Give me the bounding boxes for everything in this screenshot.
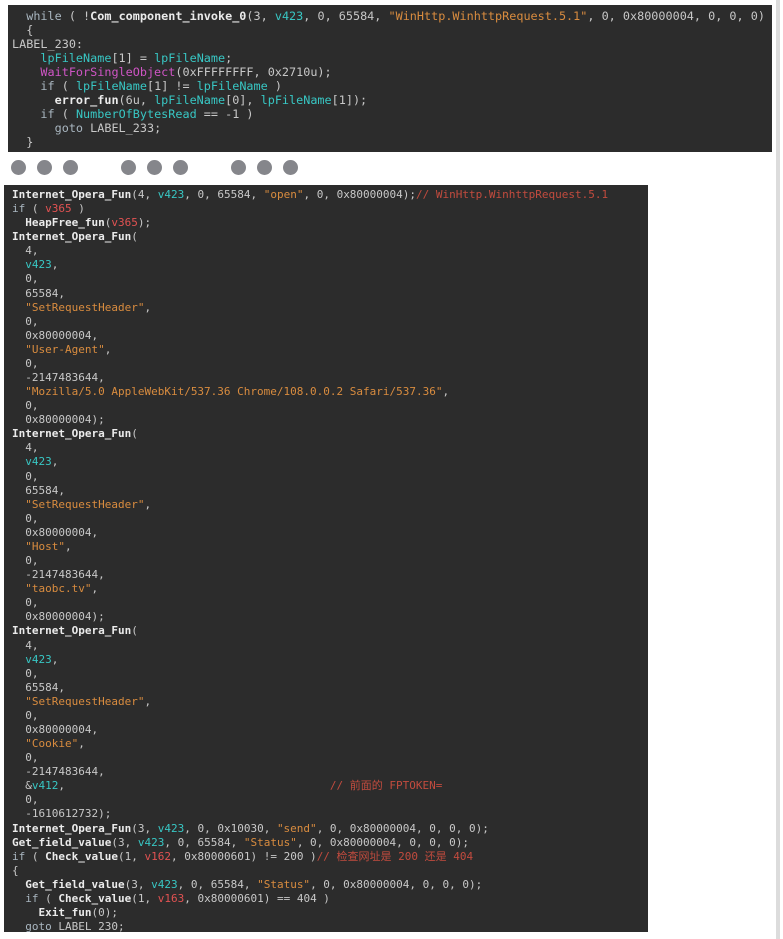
code-line: 0,	[12, 512, 648, 526]
code-line: 4,	[12, 441, 648, 455]
code-line: LABEL_230:	[12, 37, 770, 51]
code-line: 0,	[12, 399, 648, 413]
code-line: 0,	[12, 554, 648, 568]
code-line: Get_field_value(3, v423, 0, 65584, "Stat…	[12, 836, 648, 850]
redacted-icon-dots-row	[11, 160, 298, 175]
redacted-dot-icon	[11, 160, 26, 175]
code-line: 0,	[12, 357, 648, 371]
code-line: 0x80000004,	[12, 329, 648, 343]
code-line: 0,	[12, 470, 648, 484]
code-line: 0,	[12, 315, 648, 329]
code-line: 65584,	[12, 484, 648, 498]
code-line: Internet_Opera_Fun(	[12, 230, 648, 244]
redacted-dot-icon	[147, 160, 162, 175]
code-line: error_fun(6u, lpFileName[0], lpFileName[…	[12, 93, 770, 107]
code-line: {	[12, 864, 648, 878]
code-line: v423,	[12, 653, 648, 667]
code-line: "Host",	[12, 540, 648, 554]
code-line: "Cookie",	[12, 737, 648, 751]
code-line: 0x80000004,	[12, 526, 648, 540]
code-line: goto LABEL_230;	[12, 920, 648, 932]
code-line: -2147483644,	[12, 765, 648, 779]
screenshot-root: { "window": { "bg": "#ffffff" }, "colors…	[0, 0, 783, 939]
code-line: goto LABEL_233;	[12, 121, 770, 135]
code-line: v423,	[12, 258, 648, 272]
code-line: "User-Agent",	[12, 343, 648, 357]
code-line: while ( !Com_component_invoke_0(3, v423,…	[12, 9, 770, 23]
redacted-dot-icon	[283, 160, 298, 175]
redacted-dot-icon	[257, 160, 272, 175]
code-line: 0,	[12, 272, 648, 286]
code-line: -2147483644,	[12, 568, 648, 582]
redacted-dot-icon	[231, 160, 246, 175]
code-line: if ( Check_value(1, v163, 0x80000601) ==…	[12, 892, 648, 906]
code-line: Internet_Opera_Fun(	[12, 624, 648, 638]
code-line: "Mozilla/5.0 AppleWebKit/537.36 Chrome/1…	[12, 385, 648, 399]
code-line: {	[12, 23, 770, 37]
code-line: &v412, // 前面的 FPTOKEN=	[12, 779, 648, 793]
code-line: 65584,	[12, 287, 648, 301]
code-line: "SetRequestHeader",	[12, 695, 648, 709]
code-line: if ( v365 )	[12, 202, 648, 216]
code-line: 0,	[12, 793, 648, 807]
code-line: if ( NumberOfBytesRead == -1 )	[12, 107, 770, 121]
code-line: 0x80000004);	[12, 413, 648, 427]
code-line: 0,	[12, 667, 648, 681]
code-line: -1610612732);	[12, 807, 648, 821]
code-line: "taobc.tv",	[12, 582, 648, 596]
code-line: -2147483644,	[12, 371, 648, 385]
code-line: Exit_fun(0);	[12, 906, 648, 920]
code-line: "SetRequestHeader",	[12, 498, 648, 512]
code-line: Internet_Opera_Fun(4, v423, 0, 65584, "o…	[12, 188, 648, 202]
page-scrollbar[interactable]	[776, 0, 780, 939]
redacted-dot-icon	[121, 160, 136, 175]
code-line: 4,	[12, 244, 648, 258]
code-panel-bottom[interactable]: Internet_Opera_Fun(4, v423, 0, 65584, "o…	[4, 185, 648, 932]
code-line: 4,	[12, 639, 648, 653]
code-line: 65584,	[12, 681, 648, 695]
code-line: 0,	[12, 751, 648, 765]
redacted-dot-icon	[37, 160, 52, 175]
code-line: v423,	[12, 455, 648, 469]
code-line: Internet_Opera_Fun(3, v423, 0, 0x10030, …	[12, 822, 648, 836]
code-panel-top[interactable]: while ( !Com_component_invoke_0(3, v423,…	[8, 5, 772, 152]
code-line: 0,	[12, 709, 648, 723]
code-line: WaitForSingleObject(0xFFFFFFFF, 0x2710u)…	[12, 65, 770, 79]
redacted-dot-icon	[173, 160, 188, 175]
code-line: "SetRequestHeader",	[12, 301, 648, 315]
code-line: 0,	[12, 596, 648, 610]
code-line: if ( lpFileName[1] != lpFileName )	[12, 79, 770, 93]
code-line: lpFileName[1] = lpFileName;	[12, 51, 770, 65]
code-line: 0x80000004);	[12, 610, 648, 624]
code-line: if ( Check_value(1, v162, 0x80000601) !=…	[12, 850, 648, 864]
code-line: }	[12, 135, 770, 149]
code-line: Get_field_value(3, v423, 0, 65584, "Stat…	[12, 878, 648, 892]
code-line: Internet_Opera_Fun(	[12, 427, 648, 441]
redacted-dot-icon	[63, 160, 78, 175]
code-line: 0x80000004,	[12, 723, 648, 737]
code-line: HeapFree_fun(v365);	[12, 216, 648, 230]
